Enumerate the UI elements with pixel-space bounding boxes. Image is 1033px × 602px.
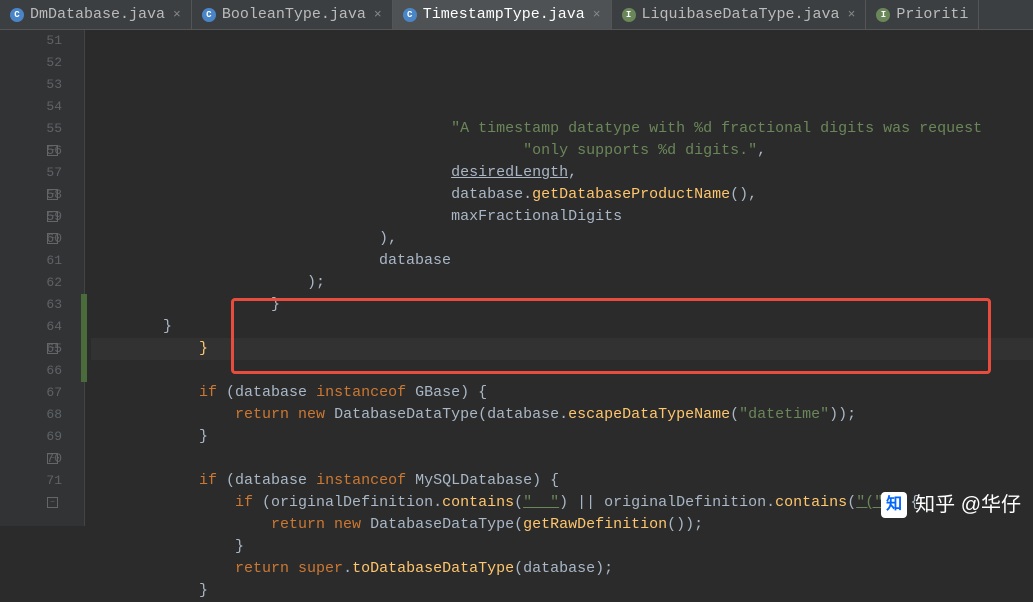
code-line[interactable]: maxFractionalDigits bbox=[91, 206, 1033, 228]
line-number: 58− bbox=[0, 184, 62, 206]
tab-label: BooleanType.java bbox=[222, 6, 366, 23]
line-number: 67 bbox=[0, 382, 62, 404]
tab-0[interactable]: C DmDatabase.java × bbox=[0, 0, 192, 29]
line-number: 53 bbox=[0, 74, 62, 96]
close-icon[interactable]: × bbox=[593, 7, 601, 22]
line-number: 69 bbox=[0, 426, 62, 448]
file-type-icon: C bbox=[403, 8, 417, 22]
code-line[interactable]: } bbox=[91, 580, 1033, 602]
tab-2[interactable]: C TimestampType.java × bbox=[393, 0, 612, 29]
line-number: 64 bbox=[0, 316, 62, 338]
code-line[interactable]: } bbox=[91, 316, 1033, 338]
tab-3[interactable]: I LiquibaseDataType.java × bbox=[612, 0, 867, 29]
line-number: 65− bbox=[0, 338, 62, 360]
code-area[interactable]: 知 知乎 @华仔 "A timestamp datatype with %d f… bbox=[85, 30, 1033, 526]
close-icon[interactable]: × bbox=[374, 7, 382, 22]
code-line[interactable]: return new DatabaseDataType(database.esc… bbox=[91, 404, 1033, 426]
line-number: 51 bbox=[0, 30, 62, 52]
fold-icon[interactable]: − bbox=[47, 453, 58, 464]
fold-icon[interactable]: − bbox=[47, 343, 58, 354]
tab-label: LiquibaseDataType.java bbox=[642, 6, 840, 23]
code-line[interactable]: return super.toDatabaseDataType(database… bbox=[91, 558, 1033, 580]
line-number: 71 bbox=[0, 470, 62, 492]
code-line[interactable]: } bbox=[91, 294, 1033, 316]
tab-label: DmDatabase.java bbox=[30, 6, 165, 23]
line-number: 56− bbox=[0, 140, 62, 162]
line-number: 66 bbox=[0, 360, 62, 382]
line-number: 70− bbox=[0, 448, 62, 470]
code-line[interactable]: } bbox=[91, 536, 1033, 558]
line-number: 63 bbox=[0, 294, 62, 316]
close-icon[interactable]: × bbox=[173, 7, 181, 22]
file-type-icon: C bbox=[202, 8, 216, 22]
line-number: − bbox=[0, 492, 62, 514]
file-type-icon: I bbox=[876, 8, 890, 22]
line-number: 59− bbox=[0, 206, 62, 228]
zhihu-logo-icon: 知 bbox=[881, 492, 907, 518]
code-line[interactable]: database.getDatabaseProductName(), bbox=[91, 184, 1033, 206]
line-number: 52 bbox=[0, 52, 62, 74]
tab-1[interactable]: C BooleanType.java × bbox=[192, 0, 393, 29]
line-number: 54 bbox=[0, 96, 62, 118]
tab-label: TimestampType.java bbox=[423, 6, 585, 23]
code-editor: 515253545556−5758−59−60−6162636465−66676… bbox=[0, 30, 1033, 526]
code-line[interactable]: "only supports %d digits.", bbox=[91, 140, 1033, 162]
file-type-icon: C bbox=[10, 8, 24, 22]
line-number: 68 bbox=[0, 404, 62, 426]
tab-bar: C DmDatabase.java × C BooleanType.java × C Time… bbox=[0, 0, 1033, 30]
line-number: 60− bbox=[0, 228, 62, 250]
code-line[interactable]: } bbox=[91, 338, 1033, 360]
code-line[interactable]: desiredLength, bbox=[91, 162, 1033, 184]
tab-label: Prioriti bbox=[896, 6, 968, 23]
fold-icon[interactable]: − bbox=[47, 145, 58, 156]
line-number: 62 bbox=[0, 272, 62, 294]
watermark: 知 知乎 @华仔 bbox=[881, 492, 1021, 518]
gutter: 515253545556−5758−59−60−6162636465−66676… bbox=[0, 30, 85, 526]
code-line[interactable]: } bbox=[91, 426, 1033, 448]
line-number: 61 bbox=[0, 250, 62, 272]
close-icon[interactable]: × bbox=[848, 7, 856, 22]
fold-icon[interactable]: − bbox=[47, 497, 58, 508]
fold-icon[interactable]: − bbox=[47, 233, 58, 244]
code-line[interactable]: if (database instanceof MySQLDatabase) { bbox=[91, 470, 1033, 492]
tab-4[interactable]: I Prioriti bbox=[866, 0, 979, 29]
code-line[interactable]: database bbox=[91, 250, 1033, 272]
line-number: 55 bbox=[0, 118, 62, 140]
code-line[interactable]: "A timestamp datatype with %d fractional… bbox=[91, 118, 1033, 140]
watermark-text: 知乎 @华仔 bbox=[915, 494, 1021, 516]
fold-icon[interactable]: − bbox=[47, 211, 58, 222]
code-line[interactable] bbox=[91, 448, 1033, 470]
fold-icon[interactable]: − bbox=[47, 189, 58, 200]
code-line[interactable]: if (database instanceof GBase) { bbox=[91, 382, 1033, 404]
code-line[interactable]: ); bbox=[91, 272, 1033, 294]
code-line[interactable] bbox=[91, 360, 1033, 382]
file-type-icon: I bbox=[622, 8, 636, 22]
code-line[interactable]: ), bbox=[91, 228, 1033, 250]
line-number: 57 bbox=[0, 162, 62, 184]
